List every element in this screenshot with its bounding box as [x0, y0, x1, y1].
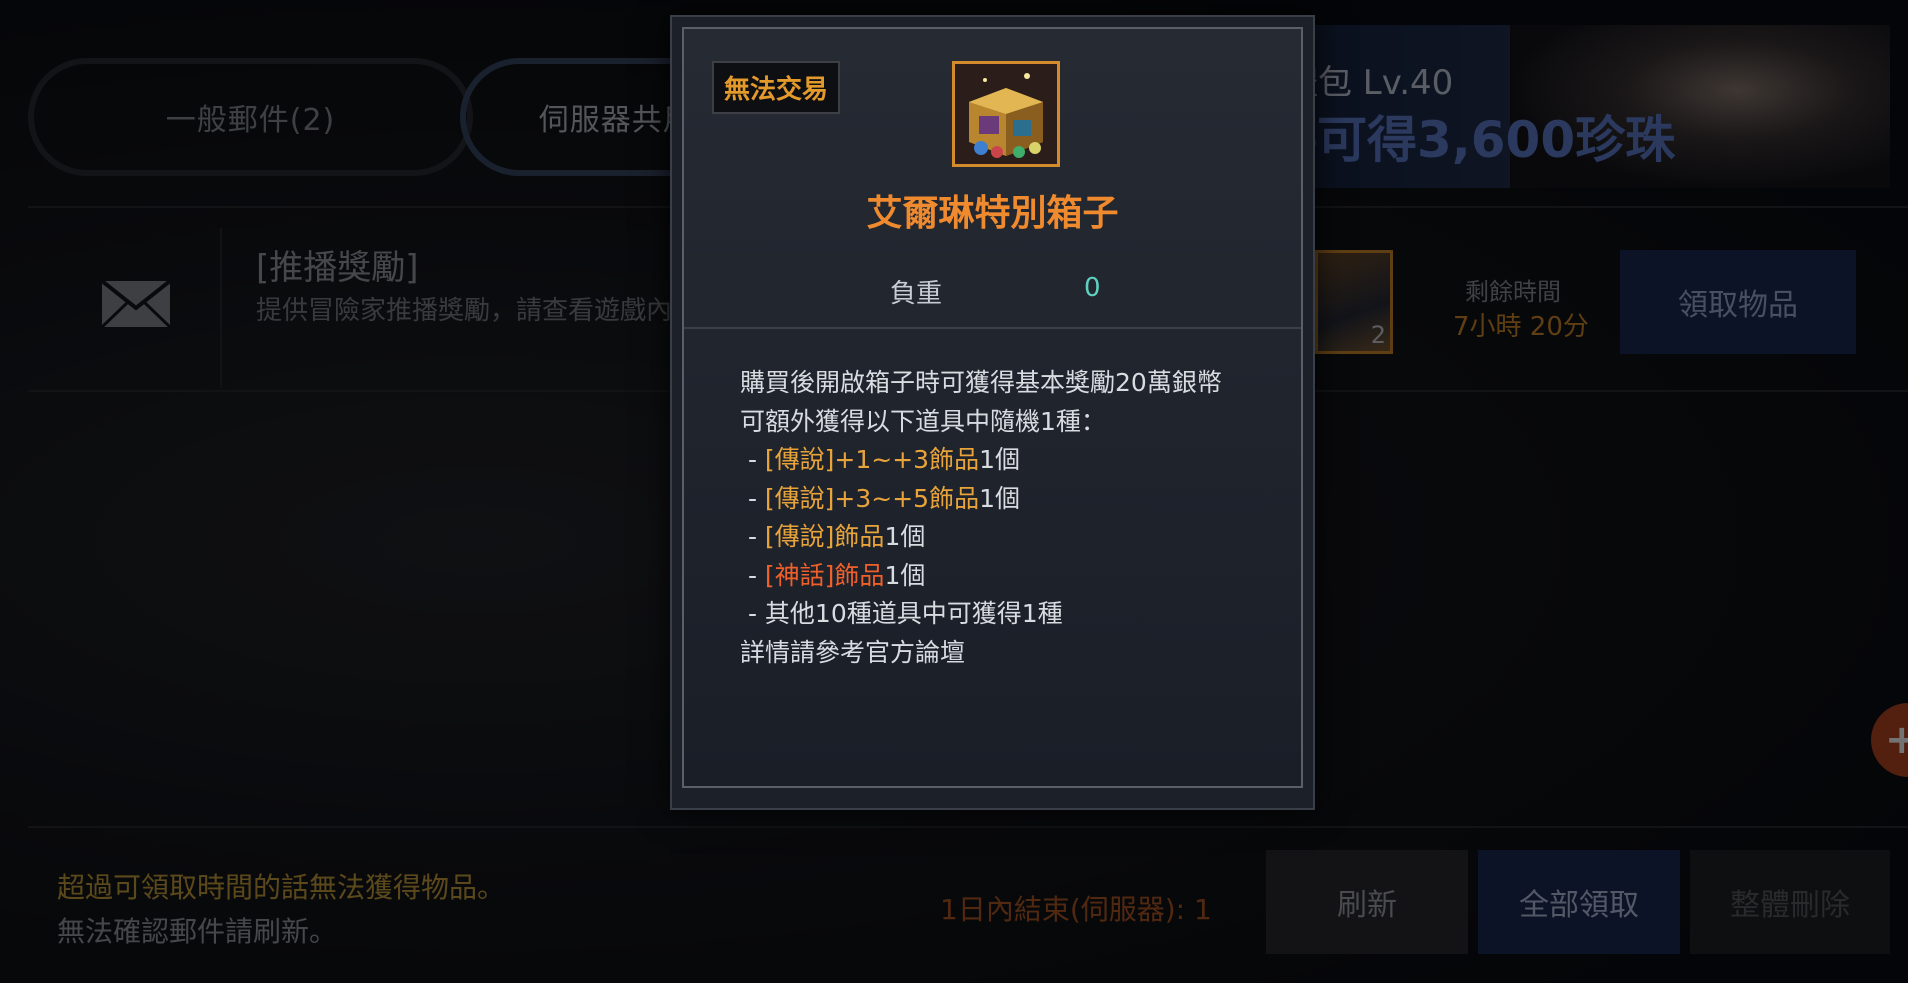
refresh-note: 無法確認郵件請刷新。: [57, 915, 338, 948]
remaining-time-label: 剩餘時間: [1465, 278, 1561, 306]
reward-name: 其他10種道具中可獲得1種: [764, 599, 1063, 628]
reward-line: - [傳說]+1~+3飾品1個: [747, 445, 1020, 474]
tooltip-frame: 無法交易 艾爾琳特別箱子 負重 0 購買後開啟箱子時可獲得基本獎勵20萬銀幣 可…: [682, 27, 1303, 788]
reward-line: - 其他10種道具中可獲得1種: [747, 599, 1063, 628]
desc-line: 購買後開啟箱子時可獲得基本獎勵20萬銀幣: [740, 368, 1222, 397]
reward-line: - [神話]飾品1個: [747, 560, 926, 590]
reward-line: - [傳說]+3~+5飾品1個: [747, 483, 1020, 513]
reward-name: [傳說]+3~+5飾品: [764, 483, 980, 513]
tab-general-mail[interactable]: 一般郵件(2): [28, 58, 473, 176]
section-divider: [684, 327, 1301, 329]
reward-line: - [傳說]飾品1個: [747, 522, 926, 551]
remaining-time-value: 7小時 20分: [1453, 312, 1589, 342]
claim-all-button[interactable]: 全部領取: [1478, 850, 1680, 954]
mail-separator: [220, 228, 222, 388]
chest-icon: [952, 61, 1060, 167]
envelope-icon: [101, 280, 171, 328]
claim-item-button[interactable]: 領取物品: [1620, 250, 1856, 354]
item-title: 艾爾琳特別箱子: [866, 193, 1119, 234]
server-end-info: 1日內結束(伺服器): 1: [940, 893, 1212, 926]
expiry-note: 超過可領取時間的話無法獲得物品。: [57, 871, 506, 904]
weight-label: 負重: [890, 279, 943, 309]
reward-name: [傳說]+1~+3飾品: [764, 445, 980, 474]
delete-all-button[interactable]: 整體刪除: [1690, 850, 1890, 954]
reward-name: [傳說]飾品: [764, 522, 885, 551]
desc-line: 可額外獲得以下道具中隨機1種：: [740, 406, 1106, 436]
weight-value: 0: [1084, 273, 1101, 303]
item-tooltip: 無法交易 艾爾琳特別箱子 負重 0 購買後開啟箱子時可獲得基本獎勵20萬銀幣 可…: [670, 15, 1315, 810]
desc-line: 詳情請參考官方論壇: [740, 637, 966, 667]
refresh-button[interactable]: 刷新: [1266, 850, 1468, 954]
weight-row: [684, 251, 1301, 327]
item-description: 購買後開啟箱子時可獲得基本獎勵20萬銀幣 可額外獲得以下道具中隨機1種： - […: [740, 364, 1222, 672]
divider: [28, 826, 1908, 828]
mail-item-thumbnail[interactable]: 2: [1315, 250, 1393, 354]
untradeable-tag: 無法交易: [712, 61, 841, 114]
item-count: 2: [1370, 321, 1386, 349]
mail-title: [推播獎勵]: [256, 248, 419, 288]
reward-name: [神話]飾品: [764, 560, 885, 590]
